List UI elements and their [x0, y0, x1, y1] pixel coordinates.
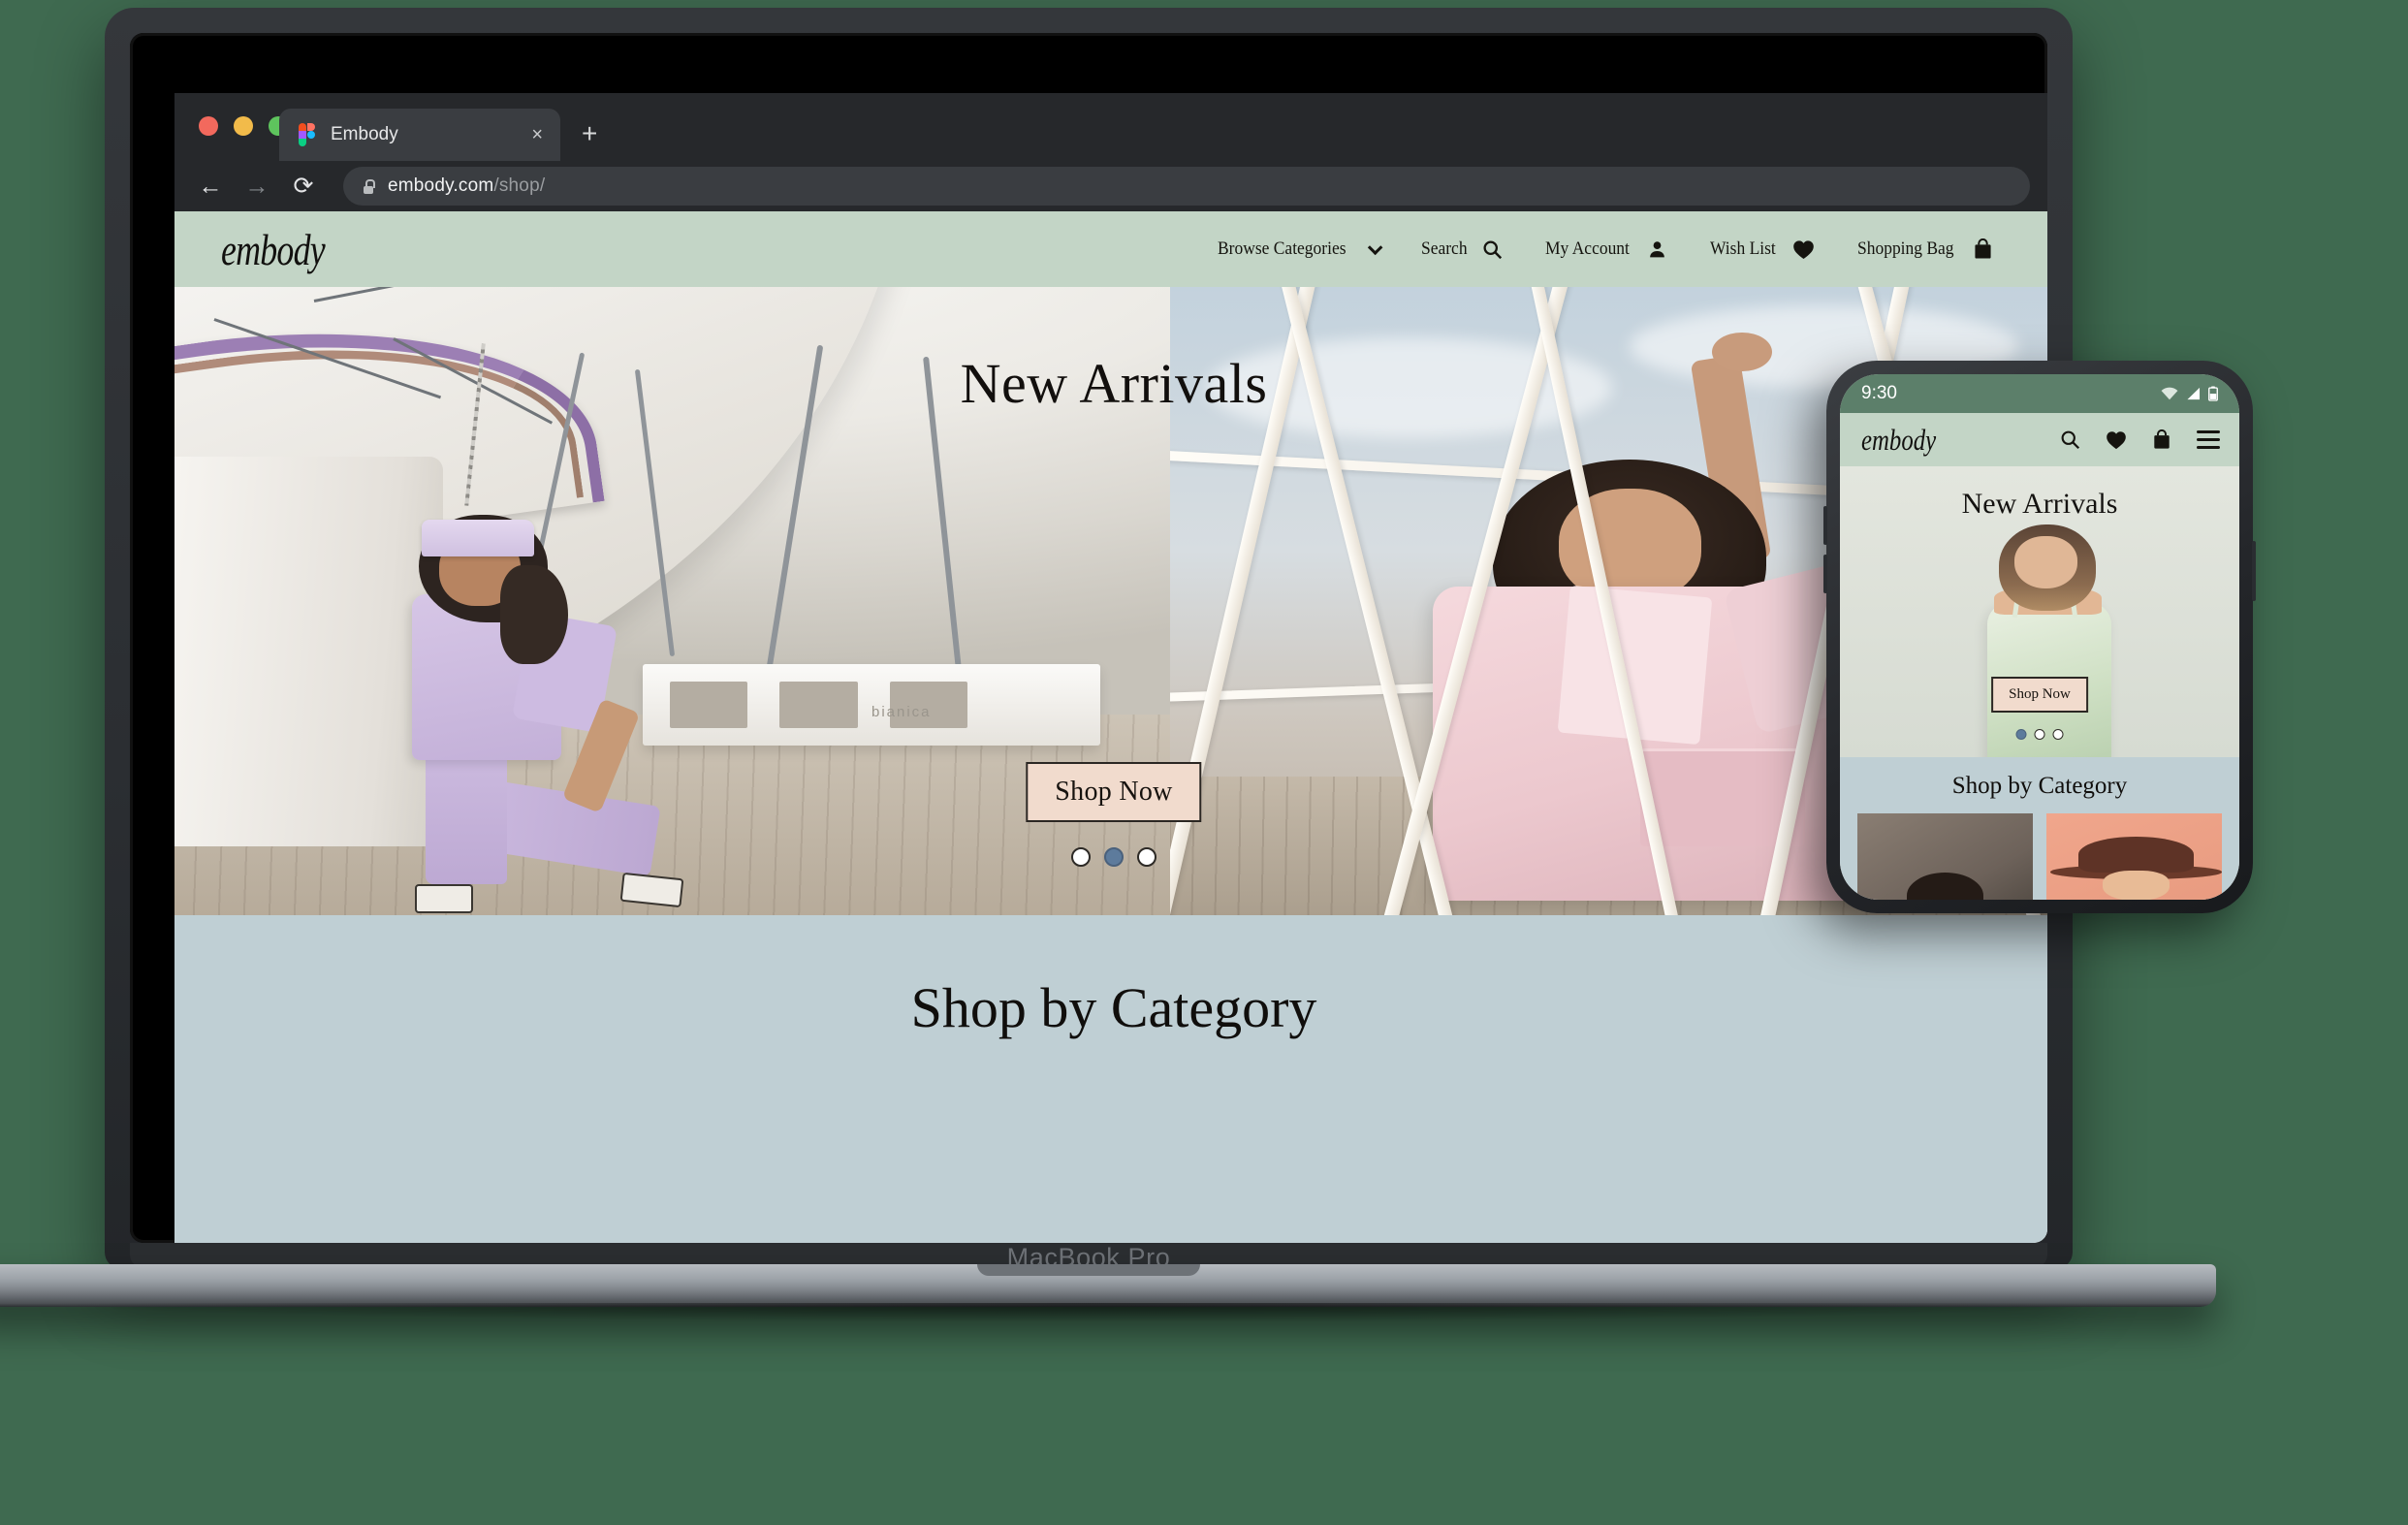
smartphone-device: 9:30 embody New Arrivals Shop Now Shop b…: [1823, 361, 2256, 913]
laptop-base: [0, 1264, 2216, 1307]
url-path: /shop/: [493, 175, 546, 196]
phone-carousel-dot-2[interactable]: [2034, 729, 2045, 740]
bianica-sign-text: bianica: [871, 704, 932, 721]
phone-carousel-dot-1-active[interactable]: [2015, 729, 2027, 740]
power-button[interactable]: [2252, 541, 2256, 601]
browser-chrome: Embody × + ← → ⟳ embody.com/shop/: [174, 93, 2047, 211]
nav-item-wish-list[interactable]: Wish List: [1689, 238, 1836, 260]
laptop-lid: Embody × + ← → ⟳ embody.com/shop/ embody…: [105, 8, 2073, 1272]
close-tab-button[interactable]: ×: [498, 125, 543, 144]
heart-icon[interactable]: [2106, 430, 2127, 450]
heart-icon: [1792, 239, 1815, 260]
address-bar[interactable]: embody.com/shop/: [343, 167, 2030, 206]
site-header: embody Browse Categories Search My Accou…: [174, 211, 2047, 287]
phone-body: 9:30 embody New Arrivals Shop Now Shop b…: [1823, 361, 2256, 913]
nav-item-browse-categories[interactable]: Browse Categories: [1196, 238, 1400, 260]
window-controls: [199, 116, 288, 136]
carousel-dot-1[interactable]: [1071, 847, 1091, 867]
volume-up-button[interactable]: [1823, 506, 1827, 545]
carousel-dot-3[interactable]: [1137, 847, 1156, 867]
website-viewport: embody Browse Categories Search My Accou…: [174, 211, 2047, 1243]
nav-item-my-account[interactable]: My Account: [1524, 238, 1689, 260]
primary-navigation: Browse Categories Search My Account Wish…: [1196, 238, 2014, 260]
figma-icon: [299, 123, 315, 146]
shop-by-category-section: Shop by Category: [174, 915, 2047, 1243]
wifi-icon: [2161, 387, 2178, 400]
phone-carousel-dots: [2015, 729, 2064, 740]
laptop-shadow: [0, 1303, 2247, 1328]
phone-hero-carousel: New Arrivals Shop Now: [1840, 466, 2239, 757]
phone-site-logo[interactable]: embody: [1861, 423, 1936, 458]
section-heading: Shop by Category: [910, 976, 1317, 1039]
lock-icon: [363, 178, 375, 194]
phone-site-header: embody: [1840, 413, 2239, 466]
back-icon[interactable]: ←: [198, 174, 223, 199]
nav-label: Browse Categories: [1217, 238, 1347, 259]
phone-carousel-dot-3[interactable]: [2052, 729, 2064, 740]
phone-header-actions: [2060, 429, 2220, 450]
phone-shop-now-button[interactable]: Shop Now: [1991, 677, 2088, 713]
minimize-window-button[interactable]: [234, 116, 253, 136]
phone-screen: 9:30 embody New Arrivals Shop Now Shop b…: [1840, 374, 2239, 900]
macbook-pro-device: Embody × + ← → ⟳ embody.com/shop/ embody…: [0, 8, 2247, 1328]
tab-strip: Embody × +: [279, 93, 597, 161]
nav-item-search[interactable]: Search: [1400, 238, 1524, 260]
volume-down-button[interactable]: [1823, 555, 1827, 593]
url-text: embody.com/shop/: [388, 175, 545, 197]
laptop-screen: Embody × + ← → ⟳ embody.com/shop/ embody…: [174, 93, 2047, 1243]
status-indicators: [2161, 386, 2218, 401]
tab-title: Embody: [331, 124, 398, 144]
hero-heading: New Arrivals: [960, 352, 1268, 415]
person-icon: [1647, 239, 1667, 260]
url-domain: embody.com: [388, 175, 494, 196]
hero-carousel: bianica New Arrivals Shop Now: [174, 287, 2047, 915]
browser-tab[interactable]: Embody ×: [279, 109, 560, 161]
shopping-bag-icon: [1973, 238, 1993, 260]
nav-label: My Account: [1544, 238, 1630, 259]
scene: Embody × + ← → ⟳ embody.com/shop/ embody…: [0, 0, 2408, 1525]
reload-icon[interactable]: ⟳: [291, 174, 316, 199]
phone-section-heading: Shop by Category: [1951, 773, 2128, 799]
nav-label: Search: [1420, 238, 1468, 259]
search-icon: [1482, 239, 1503, 260]
phone-shop-by-category-section: Shop by Category: [1840, 757, 2239, 900]
search-icon[interactable]: [2060, 429, 2080, 450]
site-logo[interactable]: embody: [221, 224, 326, 275]
shop-now-button[interactable]: Shop Now: [1026, 762, 1202, 822]
laptop-bezel: Embody × + ← → ⟳ embody.com/shop/ embody…: [130, 33, 2047, 1243]
chevron-down-icon: [1367, 239, 1383, 255]
close-window-button[interactable]: [199, 116, 218, 136]
model-green-dress: [1964, 524, 2132, 757]
nav-label: Shopping Bag: [1856, 238, 1954, 259]
model-lavender-outfit: [324, 494, 684, 913]
browser-toolbar: ← → ⟳ embody.com/shop/: [174, 161, 2047, 211]
category-thumbnail-hat[interactable]: [2046, 813, 2222, 900]
carousel-dots: [1071, 847, 1156, 867]
phone-hero-heading: New Arrivals: [1961, 488, 2118, 520]
category-thumbnail-portrait[interactable]: [1857, 813, 2033, 900]
nav-label: Wish List: [1710, 238, 1776, 259]
shopping-bag-icon[interactable]: [2152, 429, 2171, 450]
cellular-signal-icon: [2186, 387, 2201, 400]
category-thumbnail-grid: [1840, 800, 2239, 900]
nav-item-shopping-bag[interactable]: Shopping Bag: [1836, 238, 2014, 260]
battery-icon: [2208, 386, 2218, 401]
forward-icon[interactable]: →: [244, 174, 269, 199]
new-tab-button[interactable]: +: [582, 120, 597, 161]
carousel-dot-2-active[interactable]: [1104, 847, 1124, 867]
hamburger-menu-icon[interactable]: [2197, 430, 2220, 449]
